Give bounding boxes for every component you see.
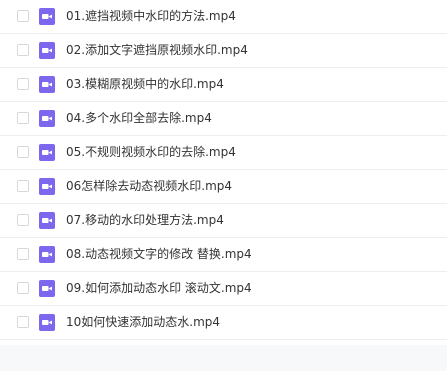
file-checkbox[interactable]: [17, 282, 29, 294]
file-name[interactable]: 03.模糊原视频中的水印.mp4: [66, 76, 224, 93]
video-file-icon: [39, 8, 55, 25]
file-checkbox[interactable]: [17, 112, 29, 124]
file-row[interactable]: 07.移动的水印处理方法.mp4: [0, 204, 447, 238]
file-row[interactable]: 02.添加文字遮挡原视频水印.mp4: [0, 34, 447, 68]
file-checkbox[interactable]: [17, 146, 29, 158]
video-file-icon: [39, 42, 55, 59]
file-row[interactable]: 05.不规则视频水印的去除.mp4: [0, 136, 447, 170]
file-row[interactable]: 10如何快速添加动态水.mp4: [0, 306, 447, 340]
file-checkbox[interactable]: [17, 316, 29, 328]
file-checkbox[interactable]: [17, 10, 29, 22]
file-row[interactable]: 08.动态视频文字的修改 替换.mp4: [0, 238, 447, 272]
video-file-icon: [39, 144, 55, 161]
video-file-icon: [39, 178, 55, 195]
file-name[interactable]: 06怎样除去动态视频水印.mp4: [66, 178, 232, 195]
file-name[interactable]: 09.如何添加动态水印 滚动文.mp4: [66, 280, 252, 297]
file-list-panel: 01.遮挡视频中水印的方法.mp4 02.添加文字遮挡原视频水印.mp4 03.…: [0, 0, 447, 345]
video-file-icon: [39, 314, 55, 331]
file-row[interactable]: 03.模糊原视频中的水印.mp4: [0, 68, 447, 102]
video-file-icon: [39, 280, 55, 297]
video-file-icon: [39, 246, 55, 263]
file-name[interactable]: 02.添加文字遮挡原视频水印.mp4: [66, 42, 248, 59]
file-row[interactable]: 04.多个水印全部去除.mp4: [0, 102, 447, 136]
file-checkbox[interactable]: [17, 214, 29, 226]
file-checkbox[interactable]: [17, 180, 29, 192]
file-name[interactable]: 04.多个水印全部去除.mp4: [66, 110, 212, 127]
video-file-icon: [39, 76, 55, 93]
file-name[interactable]: 01.遮挡视频中水印的方法.mp4: [66, 8, 236, 25]
file-name[interactable]: 05.不规则视频水印的去除.mp4: [66, 144, 236, 161]
file-checkbox[interactable]: [17, 44, 29, 56]
file-list: 01.遮挡视频中水印的方法.mp4 02.添加文字遮挡原视频水印.mp4 03.…: [0, 0, 447, 340]
file-row[interactable]: 06怎样除去动态视频水印.mp4: [0, 170, 447, 204]
file-name[interactable]: 10如何快速添加动态水.mp4: [66, 314, 220, 331]
file-checkbox[interactable]: [17, 248, 29, 260]
file-name[interactable]: 07.移动的水印处理方法.mp4: [66, 212, 224, 229]
video-file-icon: [39, 212, 55, 229]
file-row[interactable]: 09.如何添加动态水印 滚动文.mp4: [0, 272, 447, 306]
file-checkbox[interactable]: [17, 78, 29, 90]
video-file-icon: [39, 110, 55, 127]
file-name[interactable]: 08.动态视频文字的修改 替换.mp4: [66, 246, 252, 263]
file-row[interactable]: 01.遮挡视频中水印的方法.mp4: [0, 0, 447, 34]
